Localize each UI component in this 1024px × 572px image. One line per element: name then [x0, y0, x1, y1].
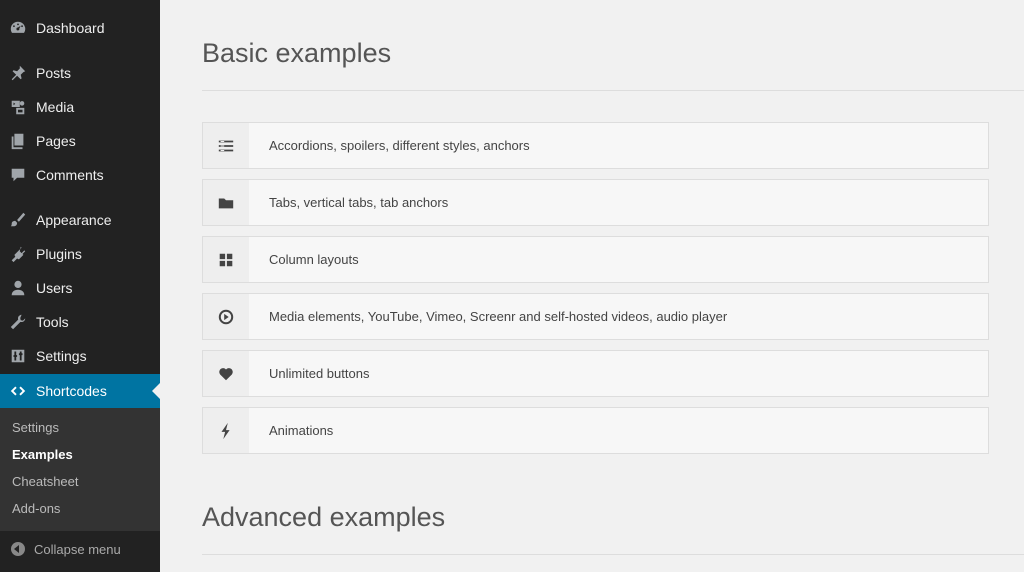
example-row-animations[interactable]: Animations	[202, 407, 989, 454]
sidebar-item-appearance[interactable]: Appearance	[0, 203, 160, 237]
sidebar-item-label: Comments	[36, 167, 104, 183]
example-label: Media elements, YouTube, Vimeo, Screenr …	[269, 309, 728, 324]
shortcodes-submenu: Settings Examples Cheatsheet Add-ons	[0, 408, 160, 531]
example-row-media[interactable]: Media elements, YouTube, Vimeo, Screenr …	[202, 293, 989, 340]
sidebar-item-label: Settings	[36, 348, 87, 364]
list-icon	[203, 123, 249, 168]
play-circle-icon	[203, 294, 249, 339]
example-row-accordions[interactable]: Accordions, spoilers, different styles, …	[202, 122, 989, 169]
example-row-tabs[interactable]: Tabs, vertical tabs, tab anchors	[202, 179, 989, 226]
sidebar-item-label: Pages	[36, 133, 76, 149]
advanced-examples-heading: Advanced examples	[202, 502, 446, 532]
sidebar-item-label: Users	[36, 280, 73, 296]
example-label: Animations	[269, 423, 334, 438]
sidebar-item-label: Tools	[36, 314, 69, 330]
example-row-buttons[interactable]: Unlimited buttons	[202, 350, 989, 397]
comment-icon	[0, 166, 36, 184]
pin-icon	[0, 64, 36, 82]
example-row-columns[interactable]: Column layouts	[202, 236, 989, 283]
sidebar-item-pages[interactable]: Pages	[0, 124, 160, 158]
sidebar-item-label: Shortcodes	[36, 383, 107, 399]
user-icon	[0, 279, 36, 297]
submenu-item-add-ons[interactable]: Add-ons	[12, 501, 60, 516]
brush-icon	[0, 211, 36, 229]
sidebar-item-posts[interactable]: Posts	[0, 56, 160, 90]
sidebar-item-dashboard[interactable]: Dashboard	[0, 11, 160, 45]
sidebar-item-label: Plugins	[36, 246, 82, 262]
example-label: Tabs, vertical tabs, tab anchors	[269, 195, 449, 210]
divider	[202, 554, 1024, 555]
wrench-icon	[0, 313, 36, 331]
media-icon	[0, 98, 36, 116]
sidebar-item-users[interactable]: Users	[0, 271, 160, 305]
pages-icon	[0, 132, 36, 150]
active-indicator	[152, 383, 160, 399]
plug-icon	[0, 245, 36, 263]
heart-icon	[203, 351, 249, 396]
submenu-item-settings[interactable]: Settings	[12, 420, 59, 435]
sidebar-item-label: Media	[36, 99, 75, 115]
admin-sidebar: Dashboard Posts Media Pages Comments App…	[0, 0, 160, 572]
sidebar-item-tools[interactable]: Tools	[0, 305, 160, 339]
sidebar-item-label: Appearance	[36, 212, 112, 228]
sidebar-item-shortcodes[interactable]: Shortcodes	[0, 374, 160, 408]
sidebar-item-settings[interactable]: Settings	[0, 339, 160, 373]
sidebar-item-label: Posts	[36, 65, 72, 81]
collapse-arrow-icon	[11, 542, 25, 556]
basic-examples-heading: Basic examples	[202, 38, 392, 68]
sliders-icon	[0, 347, 36, 365]
sidebar-item-comments[interactable]: Comments	[0, 158, 160, 192]
collapse-menu-label: Collapse menu	[34, 541, 121, 557]
sidebar-item-label: Dashboard	[36, 20, 105, 36]
submenu-item-examples[interactable]: Examples	[12, 447, 73, 462]
dashboard-icon	[0, 19, 36, 37]
divider	[202, 90, 1024, 91]
sidebar-item-media[interactable]: Media	[0, 90, 160, 124]
sidebar-item-plugins[interactable]: Plugins	[0, 237, 160, 271]
collapse-menu-button[interactable]: Collapse menu	[0, 531, 160, 567]
submenu-item-cheatsheet[interactable]: Cheatsheet	[12, 474, 79, 489]
grid-icon	[203, 237, 249, 282]
bolt-icon	[203, 408, 249, 453]
folder-icon	[203, 180, 249, 225]
example-label: Accordions, spoilers, different styles, …	[269, 138, 530, 153]
example-label: Column layouts	[269, 252, 359, 267]
code-icon	[0, 382, 36, 400]
example-label: Unlimited buttons	[269, 366, 370, 381]
